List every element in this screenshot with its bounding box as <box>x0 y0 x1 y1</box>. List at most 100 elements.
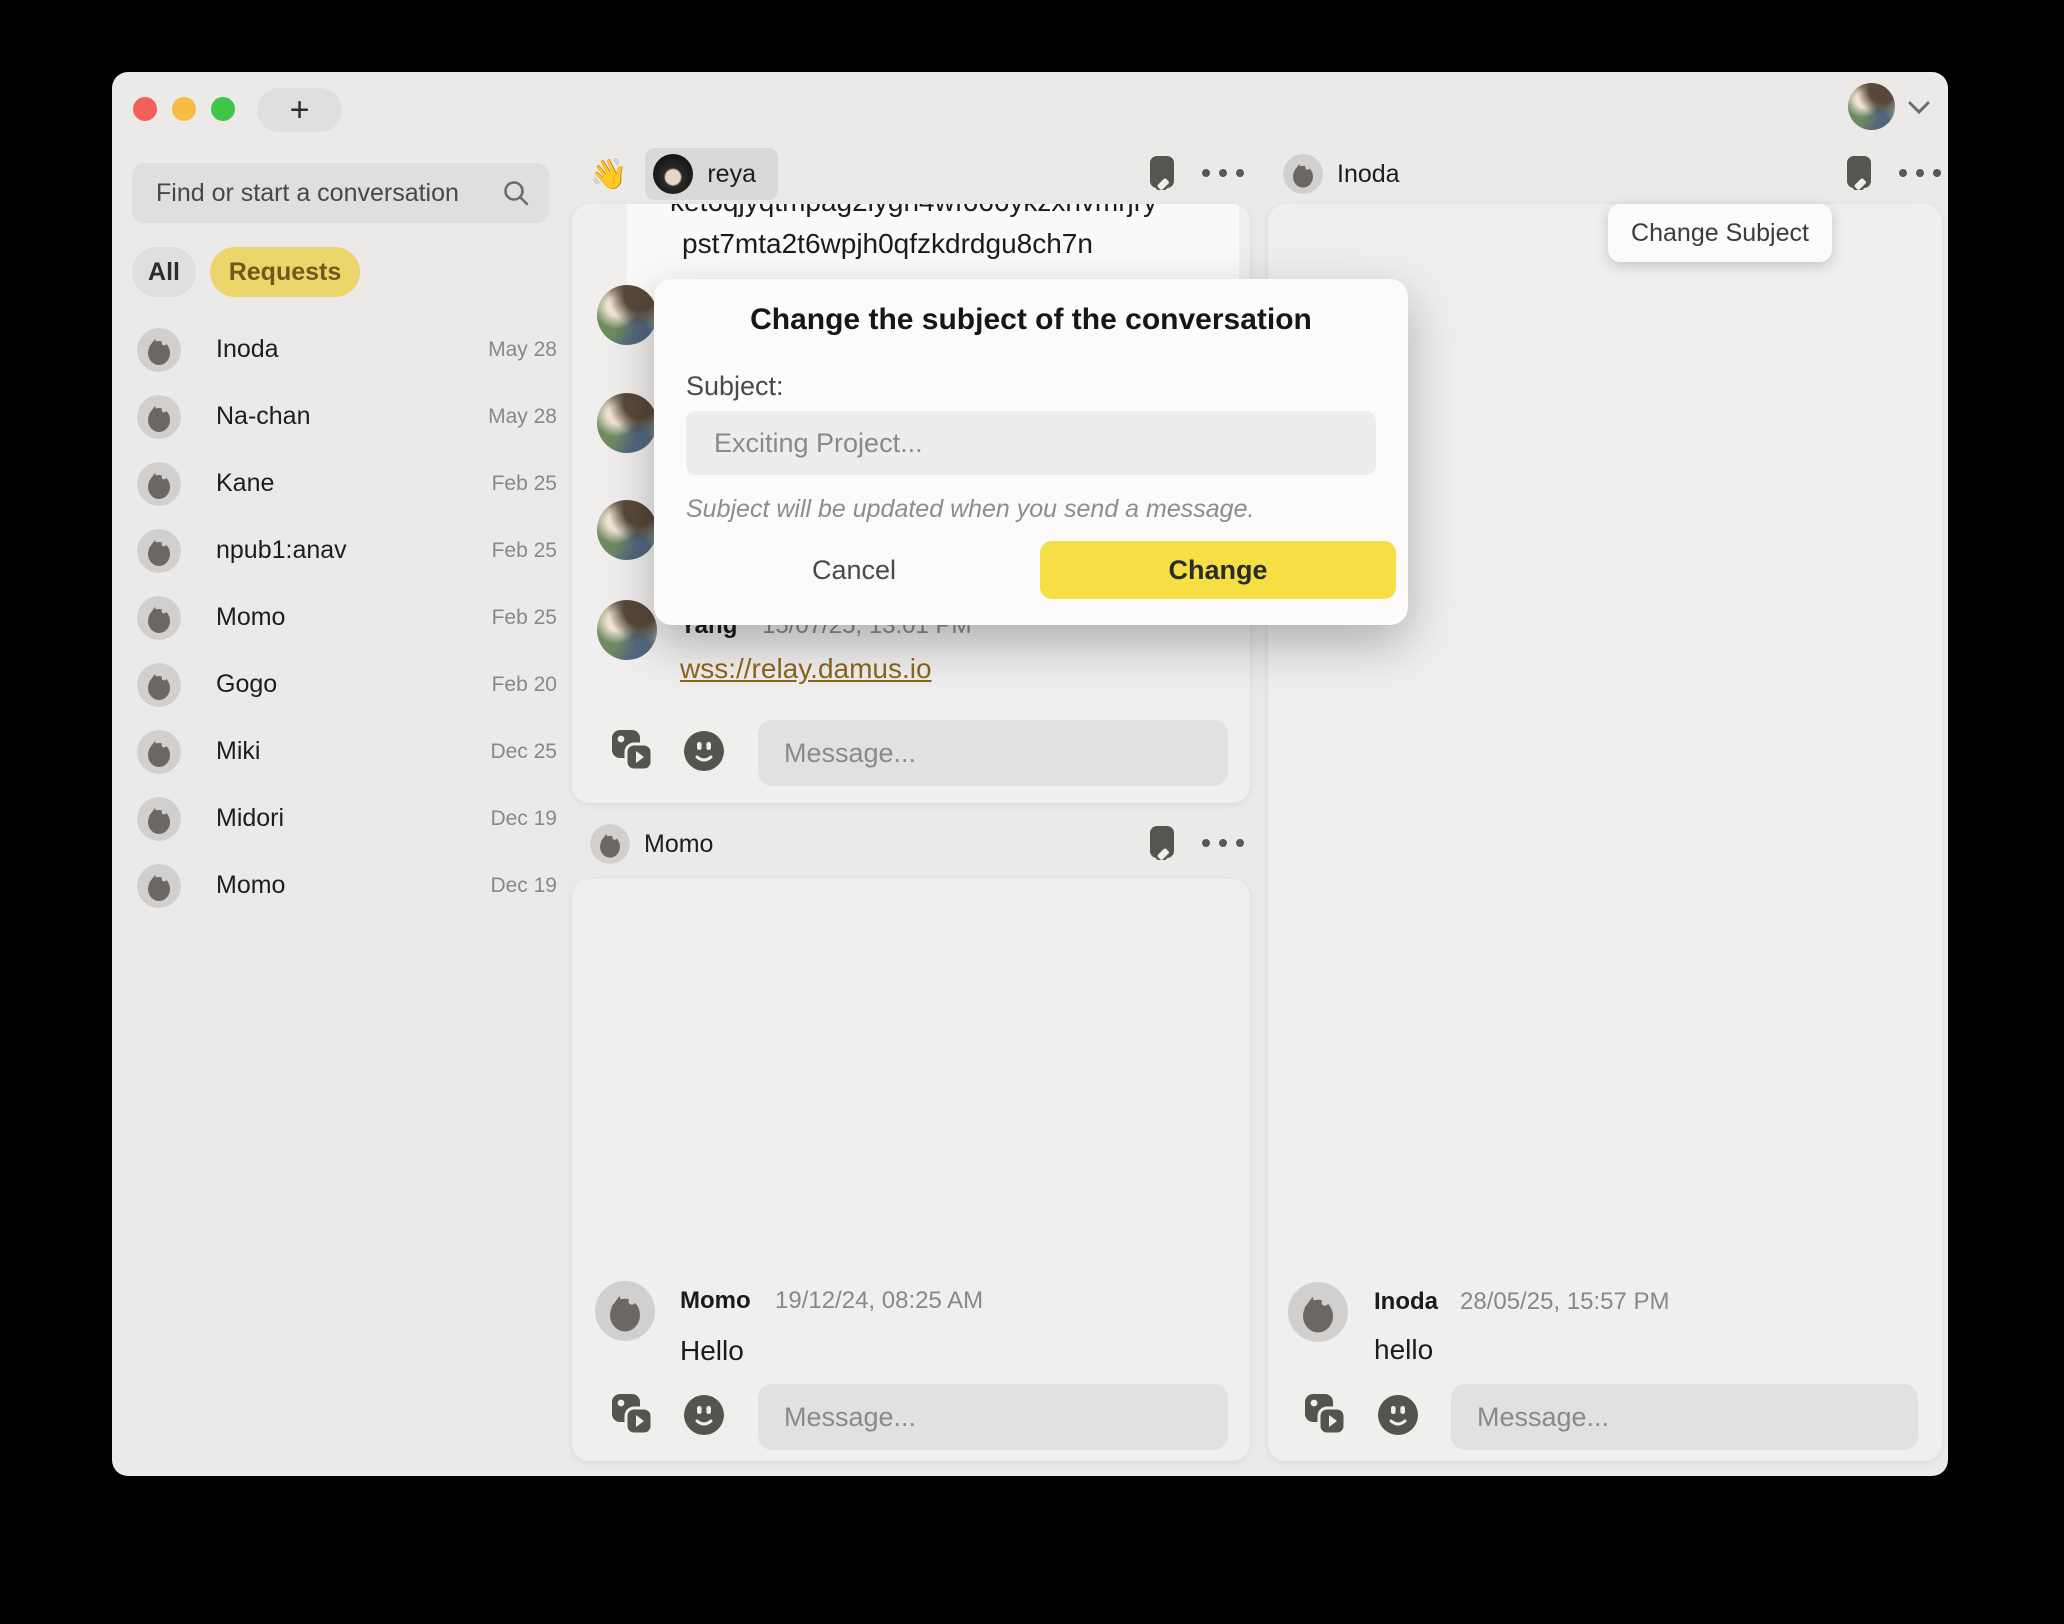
subject-label: Subject: <box>686 371 784 402</box>
avatar <box>137 596 181 640</box>
more-options-icon[interactable] <box>1899 169 1941 177</box>
conversation-name: Na-chan <box>216 402 311 431</box>
emoji-icon[interactable] <box>684 731 724 771</box>
conversation-name: Gogo <box>216 670 277 699</box>
close-window-button[interactable] <box>133 97 157 121</box>
avatar <box>590 824 630 864</box>
chat-header-reya: 👋 reya <box>590 148 778 200</box>
conversation-name: Kane <box>216 469 274 498</box>
account-menu[interactable] <box>1848 83 1931 130</box>
message-sender: Momo <box>680 1287 751 1315</box>
filter-requests[interactable]: Requests <box>210 247 360 297</box>
message-input[interactable] <box>1475 1401 1918 1434</box>
dialog-title: Change the subject of the conversation <box>654 303 1408 337</box>
message-input[interactable] <box>782 737 1228 770</box>
list-item[interactable]: Kane Feb 25 <box>132 450 557 517</box>
list-item[interactable]: Na-chan May 28 <box>132 383 557 450</box>
avatar <box>595 1281 655 1341</box>
minimize-window-button[interactable] <box>172 97 196 121</box>
message-timestamp: 28/05/25, 15:57 PM <box>1460 1288 1669 1316</box>
message-timestamp: 19/12/24, 08:25 AM <box>775 1287 983 1315</box>
change-subject-icon[interactable] <box>1148 826 1176 860</box>
app-window: + All Requests Inoda May 28 Na-chan <box>112 72 1948 1476</box>
conversation-date: Dec 19 <box>490 807 557 831</box>
peer-pill-reya[interactable]: reya <box>645 148 778 200</box>
emoji-icon[interactable] <box>1378 1395 1418 1435</box>
npub-line-clipped: ket6qjyqtmpag2lygh4wf666ykzxnvmrjry <box>670 204 1157 218</box>
chat-header-inoda: Inoda <box>1283 148 1400 200</box>
avatar <box>653 154 693 194</box>
search-input[interactable] <box>154 178 501 209</box>
zoom-window-button[interactable] <box>211 97 235 121</box>
cancel-button[interactable]: Cancel <box>774 541 934 599</box>
change-subject-dialog: Change the subject of the conversation S… <box>654 279 1408 625</box>
search-conversation-field[interactable] <box>132 163 549 223</box>
message-input-reya[interactable] <box>758 720 1228 786</box>
conversation-name: npub1:anav <box>216 536 347 565</box>
relay-link[interactable]: wss://relay.damus.io <box>680 653 932 685</box>
npub-line: pst7mta2t6wpjh0qfzkdrdgu8ch7n <box>682 228 1093 260</box>
conversation-date: May 28 <box>488 338 557 362</box>
conversation-date: Dec 25 <box>490 740 557 764</box>
avatar <box>597 500 657 560</box>
change-subject-icon[interactable] <box>1148 156 1176 190</box>
avatar <box>1283 154 1323 194</box>
user-avatar[interactable] <box>1848 83 1895 130</box>
message-input-momo[interactable] <box>758 1384 1228 1450</box>
conversation-name: Momo <box>216 871 285 900</box>
conversation-name: Miki <box>216 737 260 766</box>
change-subject-icon[interactable] <box>1845 156 1873 190</box>
avatar <box>137 462 181 506</box>
emoji-icon[interactable] <box>684 1395 724 1435</box>
more-options-icon[interactable] <box>1202 839 1244 847</box>
conversation-name: Momo <box>216 603 285 632</box>
new-chat-button[interactable]: + <box>257 88 342 132</box>
avatar <box>137 395 181 439</box>
search-icon <box>501 178 531 208</box>
chat-header-momo: Momo <box>590 818 713 870</box>
conversation-list: Inoda May 28 Na-chan May 28 Kane Feb 25 … <box>132 316 557 919</box>
conversation-name: Inoda <box>216 335 279 364</box>
list-item[interactable]: Gogo Feb 20 <box>132 651 557 718</box>
list-item[interactable]: npub1:anav Feb 25 <box>132 517 557 584</box>
subject-hint: Subject will be updated when you send a … <box>686 495 1254 524</box>
avatar <box>137 864 181 908</box>
avatar <box>597 285 657 345</box>
chat-title: Momo <box>644 830 713 859</box>
avatar <box>137 797 181 841</box>
wave-icon: 👋 <box>590 157 627 192</box>
chat-panel-momo: Momo 19/12/24, 08:25 AM Hello <box>572 879 1250 1461</box>
change-button[interactable]: Change <box>1040 541 1396 599</box>
message-text: hello <box>1374 1334 1433 1366</box>
media-picker-icon[interactable] <box>610 728 654 772</box>
subject-field[interactable] <box>686 411 1376 475</box>
list-item[interactable]: Inoda May 28 <box>132 316 557 383</box>
list-item[interactable]: Midori Dec 19 <box>132 785 557 852</box>
message-input-inoda[interactable] <box>1451 1384 1918 1450</box>
chevron-down-icon <box>1907 101 1931 115</box>
filter-all[interactable]: All <box>132 247 196 297</box>
list-item[interactable]: Momo Dec 19 <box>132 852 557 919</box>
avatar <box>597 393 657 453</box>
subject-input[interactable] <box>712 427 1376 460</box>
conversation-date: Feb 25 <box>492 472 557 496</box>
conversation-name: Midori <box>216 804 284 833</box>
avatar <box>597 600 657 660</box>
avatar <box>1288 1282 1348 1342</box>
message-text: Hello <box>680 1335 744 1367</box>
list-item[interactable]: Momo Feb 25 <box>132 584 557 651</box>
message-input[interactable] <box>782 1401 1228 1434</box>
message-sender: Inoda <box>1374 1288 1438 1316</box>
avatar <box>137 730 181 774</box>
media-picker-icon[interactable] <box>610 1392 654 1436</box>
list-item[interactable]: Miki Dec 25 <box>132 718 557 785</box>
more-options-icon[interactable] <box>1202 169 1244 177</box>
conversation-date: Feb 20 <box>492 673 557 697</box>
change-subject-tooltip: Change Subject <box>1608 204 1832 262</box>
avatar <box>137 328 181 372</box>
conversation-date: May 28 <box>488 405 557 429</box>
conversation-date: Feb 25 <box>492 606 557 630</box>
avatar <box>137 529 181 573</box>
media-picker-icon[interactable] <box>1303 1392 1347 1436</box>
avatar <box>137 663 181 707</box>
